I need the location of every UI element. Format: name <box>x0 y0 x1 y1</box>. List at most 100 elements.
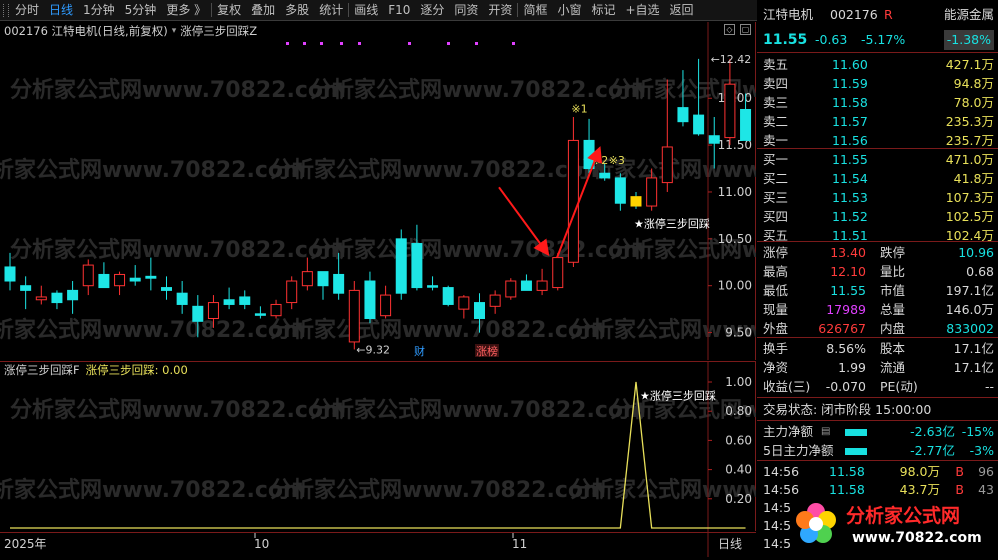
stat-row: 外盘 626767 内盘 833002 <box>757 319 998 339</box>
bid-volume: 41.8万 <box>953 171 994 186</box>
candle-body <box>348 289 360 343</box>
toolbar-button-17[interactable]: +自选 <box>620 0 664 21</box>
marker-3: ※3 <box>609 154 625 167</box>
candle <box>520 274 532 291</box>
low-label: ←9.32 <box>356 343 390 356</box>
bid-label: 买四 <box>763 209 789 224</box>
stat-value: 17.1亿 <box>953 341 994 356</box>
toolbar-button-11[interactable]: 逐分 <box>415 0 449 21</box>
toolbar-button-1[interactable]: 日线 <box>44 0 78 21</box>
toolbar-button-2[interactable]: 1分钟 <box>78 0 120 21</box>
watermark-text: 分析家公式网www.70822.com <box>10 397 346 423</box>
candle-body <box>630 196 642 207</box>
stat-value: 17.1亿 <box>953 360 994 375</box>
candle <box>161 276 172 300</box>
candle-body <box>161 287 172 291</box>
tick-side: B <box>955 482 964 497</box>
stat-label: 市值 <box>880 283 906 298</box>
indicator-chart[interactable]: 分析家公式网www.70822.com分析家公式网www.70822.com分析… <box>0 362 756 532</box>
candle-body <box>474 302 485 320</box>
stat-value: 11.55 <box>830 283 866 298</box>
candle-body <box>395 238 407 294</box>
ask-label: 卖二 <box>763 114 789 129</box>
candle <box>317 271 329 300</box>
candle-body <box>254 313 266 316</box>
candle-body <box>192 305 204 322</box>
candle <box>51 290 63 310</box>
tick-volume: 98.0万 <box>899 464 940 479</box>
main-chart-panel[interactable]: 002176 江特电机(日线,前复权) ▾ 涨停三步回踩Z ◇ ▢ 分析家公式网… <box>0 22 756 360</box>
stat-value: -- <box>984 379 994 394</box>
bid-price: 11.52 <box>832 209 868 224</box>
flow5-label: 5日主力净额 <box>763 443 834 458</box>
candle <box>427 276 439 291</box>
toolbar-button-7[interactable]: 多股 <box>280 0 314 21</box>
signal-label: ★涨停三步回踩 <box>634 217 710 231</box>
period-label: 日线 <box>718 537 742 551</box>
current-price: 11.55 <box>763 32 808 48</box>
price-tick-label: 9.50 <box>725 326 752 340</box>
quote-panel: 江特电机 002176 R 能源金属 11.55 -0.63 -5.17% -1.38% 卖五 1… <box>757 0 998 556</box>
stat-row: 现量 17989 总量 146.0万 <box>757 300 998 320</box>
tick-time: 14:5 <box>763 518 792 533</box>
tick-row: 14:56 11.58 98.0万 B 96 <box>757 462 998 482</box>
stat-value: -0.070 <box>825 379 866 394</box>
candle <box>129 265 141 286</box>
bid-label: 买一 <box>763 152 789 167</box>
time-axis: 2025年 10 11 日线 <box>0 532 756 557</box>
candle-body <box>724 83 736 139</box>
candle <box>20 276 32 310</box>
candle-body <box>145 275 157 279</box>
stat-value: 12.10 <box>830 264 866 279</box>
candle-body <box>489 294 501 307</box>
candle <box>254 306 266 319</box>
tick-count: 43 <box>978 482 994 497</box>
toolbar-button-12[interactable]: 同资 <box>449 0 483 21</box>
toolbar-button-8[interactable]: 统计 <box>314 0 348 21</box>
candle-body <box>693 114 705 135</box>
candle <box>82 259 94 296</box>
toolbar-button-10[interactable]: F10 <box>383 0 415 21</box>
flow-bar <box>845 448 867 455</box>
ask-row: 卖四 11.59 94.8万 <box>757 74 998 94</box>
price-tick-label: 10.00 <box>718 279 752 293</box>
toolbar-button-5[interactable]: 复权 <box>212 0 246 21</box>
toolbar-button-18[interactable]: 返回 <box>665 0 699 21</box>
tick-count: 96 <box>978 464 994 479</box>
signal-dot <box>512 42 515 45</box>
signal-dot <box>475 42 478 45</box>
candlestick-chart[interactable]: 分析家公式网www.70822.com分析家公式网www.70822.com分析… <box>0 22 756 360</box>
toolbar-button-4[interactable]: 更多 》 <box>161 0 211 21</box>
ask-price: 11.59 <box>832 76 868 91</box>
candle-body <box>317 271 329 287</box>
toolbar-button-14[interactable]: 简框 <box>518 0 552 21</box>
sub-chart-panel[interactable]: 涨停三步回踩F 涨停三步回踩: 0.00 分析家公式网www.70822.com… <box>0 361 756 532</box>
stat-value: 13.40 <box>830 245 866 260</box>
toolbar-button-3[interactable]: 5分钟 <box>120 0 162 21</box>
toolbar-button-0[interactable]: 分时 <box>10 0 44 21</box>
tick-volume: 43.7万 <box>899 482 940 497</box>
stat-value: 626767 <box>818 321 866 336</box>
toolbar-button-6[interactable]: 叠加 <box>246 0 280 21</box>
stat-label: PE(动) <box>880 379 918 394</box>
stat-label: 总量 <box>880 302 906 317</box>
signal-dot <box>447 42 450 45</box>
toolbar-button-13[interactable]: 开资 <box>483 0 517 21</box>
toolbar-button-9[interactable]: 画线 <box>349 0 383 21</box>
bid-label: 买二 <box>763 171 789 186</box>
toolbar-button-16[interactable]: 标记 <box>586 0 620 21</box>
stat-value: 0.68 <box>966 264 994 279</box>
stat-value: 1.99 <box>838 360 866 375</box>
candle <box>458 295 470 319</box>
candle <box>536 268 548 296</box>
divider <box>757 148 998 149</box>
stock-code: 002176 <box>830 7 878 22</box>
bid-price: 11.53 <box>832 190 868 205</box>
flow-bar <box>845 429 867 436</box>
event-tag-rank: 涨榜 <box>476 344 498 358</box>
logo-text: 分析家公式网 <box>846 504 960 527</box>
main-flow-pct: -15% <box>961 424 994 439</box>
candle-body <box>4 266 16 282</box>
candle-body <box>286 280 298 304</box>
toolbar-button-15[interactable]: 小窗 <box>552 0 586 21</box>
